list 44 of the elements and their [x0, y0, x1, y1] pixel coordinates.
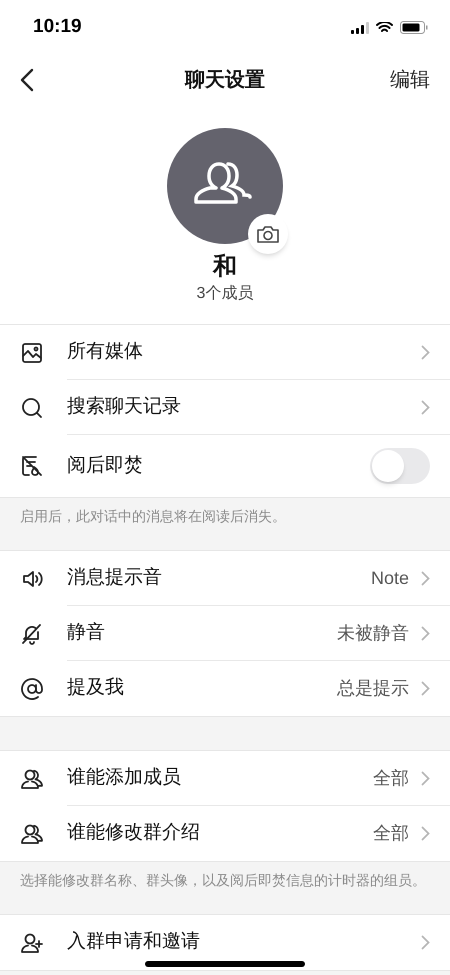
chevron-right-icon [421, 770, 430, 786]
users-icon [20, 822, 44, 846]
row-label: 提及我 [67, 676, 125, 700]
battery-icon [400, 21, 428, 34]
edit-button[interactable]: 编辑 [390, 65, 438, 95]
back-icon [20, 68, 34, 92]
row-value: Note [370, 566, 409, 590]
row-value: 全部 [373, 766, 409, 790]
chevron-right-icon [421, 344, 430, 360]
chevron-right-icon [421, 570, 430, 586]
camera-button[interactable] [248, 214, 288, 254]
chevron-right-icon [421, 935, 430, 950]
camera-icon [256, 224, 280, 244]
signal-icon [351, 22, 369, 34]
wifi-icon [376, 22, 393, 34]
row-label: 消息提示音 [67, 566, 163, 590]
row-value: 总是提示 [337, 677, 409, 700]
document-flame-icon [20, 454, 44, 478]
page-title: 聊天设置 [185, 68, 265, 93]
row-label: 搜索聊天记录 [67, 394, 182, 419]
user-plus-icon [20, 930, 44, 954]
row-label: 阅后即焚 [67, 454, 144, 478]
row-label: 谁能修改群介绍 [67, 821, 201, 846]
image-icon [20, 340, 44, 364]
chevron-right-icon [421, 626, 430, 640]
row-label: 入群申请和邀请 [67, 930, 201, 954]
row-label: 静音 [67, 620, 106, 645]
chevron-right-icon [421, 681, 430, 696]
section-footer: 选择能修改群名称、群头像，以及阅后即焚信息的计时器的组员。 [20, 870, 430, 890]
group-name: 和 [213, 252, 237, 282]
search-icon [20, 396, 44, 420]
row-value: 全部 [373, 822, 409, 845]
member-count: 3个成员 [196, 284, 254, 304]
row-label: 谁能添加成员 [67, 766, 182, 790]
toggle-switch[interactable] [370, 448, 430, 484]
chevron-right-icon [421, 826, 430, 841]
bell-off-icon [20, 622, 44, 646]
row-value: 未被静音 [337, 622, 409, 644]
chevron-right-icon [421, 400, 430, 414]
section-footer: 启用后，此对话中的消息将在阅读后消失。 [20, 506, 430, 526]
users-icon [20, 766, 44, 790]
row-label: 所有媒体 [67, 340, 144, 364]
at-sign-icon [20, 676, 44, 700]
status-time: 10:19 [33, 15, 82, 40]
